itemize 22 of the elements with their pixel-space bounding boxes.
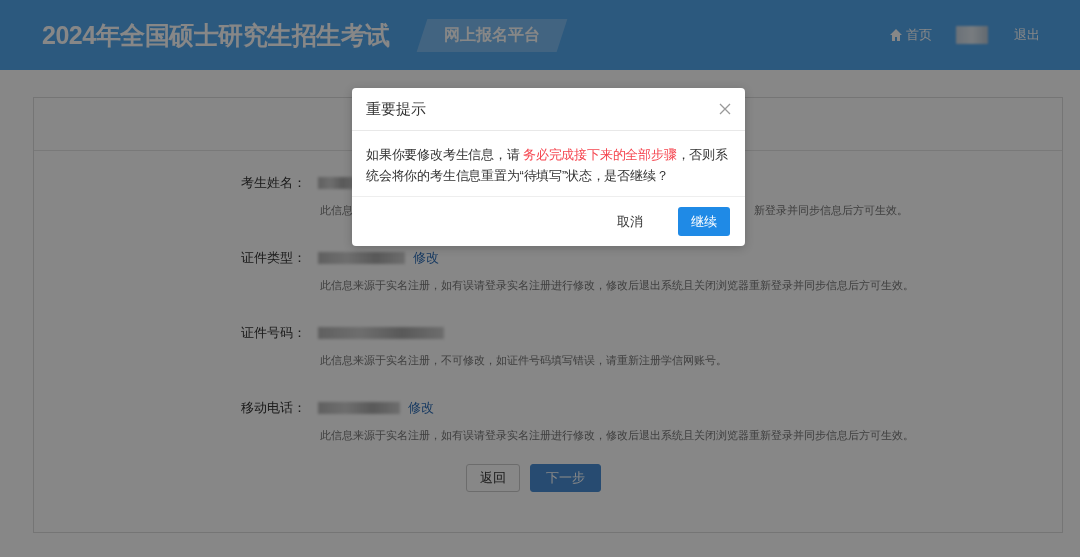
- dialog-title: 重要提示: [366, 99, 426, 119]
- field-note: 此信息来源于实名注册，如有误请登录实名注册进行修改，修改后退出系统且关闭浏览器重新登录并同步信息后方可生效。: [320, 278, 915, 293]
- dialog-message: 如果你要修改考生信息，请 务必完成接下来的全部步骤，否则系统会将你的考生信息重置为“待填写”状态，是否继续？: [366, 147, 729, 185]
- blurred-avatar: [956, 26, 988, 44]
- site-title: 2024年全国硕士研究生招生考试: [42, 19, 390, 51]
- edit-link[interactable]: 修改: [413, 249, 439, 267]
- home-icon: [889, 28, 903, 42]
- field-label: 考生姓名：: [240, 174, 306, 192]
- home-link[interactable]: 首页: [889, 26, 932, 44]
- close-icon[interactable]: [719, 103, 731, 115]
- cancel-button[interactable]: 取消: [604, 207, 656, 236]
- logout-link[interactable]: 退出: [1014, 26, 1040, 44]
- field-note: 此信息来源于实名注册，如有误请登录实名注册进行修改，修改后退出系统且关闭浏览器重新登录并同步信息后方可生效。: [320, 428, 915, 443]
- field-note: 新登录并同步信息后方可生效。: [754, 203, 908, 218]
- field-label: 证件类型：: [240, 249, 306, 267]
- back-button[interactable]: 返回: [465, 464, 520, 492]
- field-note: 此信息来源于实名注册，不可修改，如证件号码填写错误，请重新注册学信网账号。: [320, 353, 728, 368]
- field-label: 证件号码：: [240, 324, 306, 342]
- field-note: 此信息: [320, 203, 353, 218]
- field-label: 移动电话：: [240, 399, 306, 417]
- continue-button[interactable]: 继续: [678, 207, 730, 236]
- edit-link[interactable]: 修改: [408, 399, 434, 417]
